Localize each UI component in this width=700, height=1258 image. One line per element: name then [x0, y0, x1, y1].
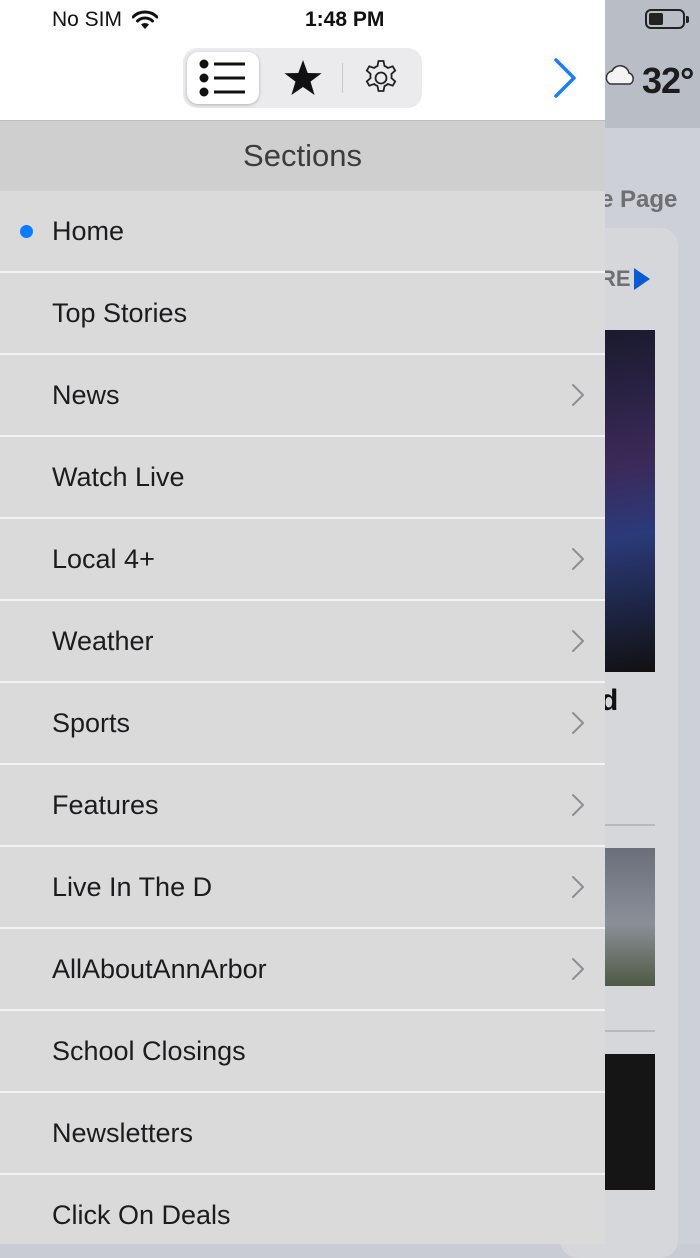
- menu-item-label: Live In The D: [52, 871, 213, 902]
- favorites-tab[interactable]: [267, 52, 339, 104]
- list-icon: [199, 59, 245, 97]
- menu-item-local-4[interactable]: Local 4+: [0, 519, 605, 601]
- menu-item-label: AllAboutAnnArbor: [52, 953, 267, 984]
- menu-item-news[interactable]: News: [0, 355, 605, 437]
- menu-item-label: News: [52, 379, 120, 410]
- sections-list: Home Top Stories News Watch Live Local 4+ Wea…: [0, 191, 605, 1244]
- menu-item-school-closings[interactable]: School Closings: [0, 1011, 605, 1093]
- chevron-right-icon: [572, 876, 584, 898]
- story-photo: [600, 330, 655, 672]
- sections-tab[interactable]: [187, 52, 259, 104]
- segment-divider: [342, 63, 343, 93]
- cloud-icon: [605, 65, 634, 85]
- chevron-right-icon: [572, 384, 584, 406]
- settings-tab[interactable]: [345, 52, 417, 104]
- menu-item-newsletters[interactable]: Newsletters: [0, 1093, 605, 1175]
- status-carrier: No SIM: [52, 8, 159, 32]
- menu-item-allaboutannarbor[interactable]: AllAboutAnnArbor: [0, 929, 605, 1011]
- menu-item-label: Home: [52, 215, 125, 246]
- divider: [600, 1030, 655, 1032]
- menu-item-label: Sports: [52, 707, 131, 738]
- status-time: 1:48 PM: [305, 8, 385, 31]
- chevron-right-icon: [572, 712, 584, 734]
- wifi-icon: [132, 10, 159, 29]
- chevron-right-icon: [572, 548, 584, 570]
- menu-item-label: Watch Live: [52, 461, 185, 492]
- menu-item-label: Local 4+: [52, 543, 155, 574]
- menu-item-label: Click On Deals: [52, 1199, 231, 1230]
- menu-item-watch-live[interactable]: Watch Live: [0, 437, 605, 519]
- temperature-label: 32°: [642, 60, 694, 101]
- menu-item-label: Top Stories: [52, 297, 188, 328]
- view-segmented-control: [183, 48, 422, 108]
- front-page-label: e Page: [600, 186, 678, 213]
- story-photo: [600, 1054, 655, 1190]
- menu-item-label: Features: [52, 789, 159, 820]
- chevron-right-icon: [572, 630, 584, 652]
- play-icon: [634, 268, 650, 290]
- sections-drawer: No SIM 1:48 PM Sections Home Top Stories…: [0, 0, 605, 1244]
- menu-item-click-on-deals[interactable]: Click On Deals: [0, 1175, 605, 1244]
- chevron-right-icon: [572, 958, 584, 980]
- menu-item-label: School Closings: [52, 1035, 246, 1066]
- gear-icon: [365, 60, 397, 92]
- star-icon: [284, 60, 322, 95]
- battery-icon: [645, 9, 689, 29]
- sections-title: Sections: [243, 138, 362, 173]
- menu-item-sports[interactable]: Sports: [0, 683, 605, 765]
- menu-item-features[interactable]: Features: [0, 765, 605, 847]
- menu-item-weather[interactable]: Weather: [0, 601, 605, 683]
- story-photo: [600, 848, 655, 986]
- carrier-label: No SIM: [52, 8, 123, 31]
- sections-header: Sections: [0, 121, 605, 191]
- active-indicator-dot: [20, 224, 33, 238]
- menu-item-top-stories[interactable]: Top Stories: [0, 273, 605, 355]
- menu-item-label: Weather: [52, 625, 154, 656]
- menu-item-label: Newsletters: [52, 1117, 194, 1148]
- chevron-right-icon[interactable]: [548, 56, 580, 100]
- chevron-right-icon: [572, 794, 584, 816]
- divider: [600, 824, 655, 826]
- top-bar: No SIM 1:48 PM: [0, 0, 605, 121]
- menu-item-live-in-the-d[interactable]: Live In The D: [0, 847, 605, 929]
- menu-item-home[interactable]: Home: [0, 191, 605, 273]
